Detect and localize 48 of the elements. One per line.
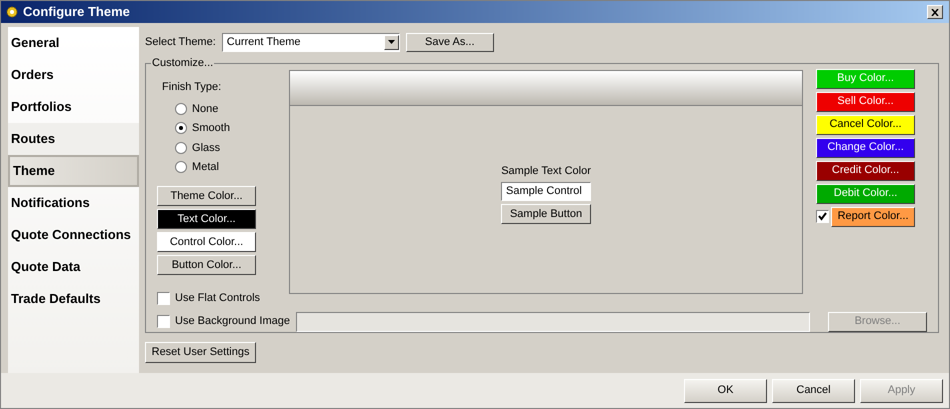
radio-button[interactable] xyxy=(175,142,188,154)
image-path-field[interactable] xyxy=(296,312,810,332)
sidebar-item[interactable]: Notifications xyxy=(8,187,140,219)
checkbox[interactable] xyxy=(157,315,170,328)
window-title: Configure Theme xyxy=(23,3,130,22)
color-button[interactable]: Credit Color... xyxy=(816,160,916,180)
radio-label: Glass xyxy=(192,140,220,156)
sidebar-item[interactable]: Quote Connections xyxy=(8,219,140,251)
color-button[interactable]: Text Color... xyxy=(157,209,256,229)
color-button[interactable]: Change Color... xyxy=(816,138,916,158)
sidebar-item[interactable]: Trade Defaults xyxy=(8,283,140,315)
close-icon xyxy=(931,8,939,16)
save-as-button[interactable]: Save As... xyxy=(406,32,494,52)
radio-label: None xyxy=(192,102,218,116)
report-color-button[interactable]: Report Color... xyxy=(831,206,916,226)
sidebar-item[interactable]: General xyxy=(8,27,140,59)
select-theme-label: Select Theme: xyxy=(145,34,216,50)
flat-controls-label: Use Flat Controls xyxy=(175,291,260,306)
checkbox[interactable] xyxy=(157,292,170,305)
color-button[interactable]: Control Color... xyxy=(157,232,256,252)
checkmark-icon xyxy=(818,212,828,221)
color-button[interactable]: Button Color... xyxy=(157,255,256,275)
sidebar-item[interactable]: Quote Data xyxy=(8,251,140,283)
checkbox[interactable] xyxy=(816,210,830,223)
dialog-button[interactable]: OK xyxy=(684,378,767,402)
gear-icon xyxy=(5,5,19,19)
sample-control[interactable]: Sample Control xyxy=(501,182,592,201)
sidebar-item[interactable]: Routes xyxy=(8,123,140,155)
customize-legend: Customize... xyxy=(151,55,214,72)
sidebar-item[interactable]: Theme xyxy=(8,155,140,187)
sidebar-item[interactable]: Portfolios xyxy=(8,91,140,123)
dialog-button[interactable]: Cancel xyxy=(772,378,855,402)
sample-button[interactable]: Sample Button xyxy=(501,204,592,224)
radio-button[interactable] xyxy=(175,122,188,134)
radio-label: Smooth xyxy=(192,121,230,136)
radio-button[interactable] xyxy=(175,102,188,115)
sidebar-item[interactable]: Orders xyxy=(8,59,140,91)
radio-button[interactable] xyxy=(175,161,188,174)
background-image-label: Use Background Image xyxy=(175,314,290,330)
color-button[interactable]: Cancel Color... xyxy=(816,114,916,134)
reset-settings-button[interactable]: Reset User Settings xyxy=(145,342,256,363)
color-button[interactable]: Theme Color... xyxy=(157,186,256,206)
close-button[interactable] xyxy=(927,5,943,19)
finish-type-label: Finish Type: xyxy=(162,80,222,94)
theme-dropdown[interactable]: Current Theme xyxy=(222,32,400,52)
radio-label: Metal xyxy=(192,160,219,175)
color-button[interactable]: Sell Color... xyxy=(816,92,916,112)
sample-text: Sample Text Color xyxy=(501,164,591,178)
